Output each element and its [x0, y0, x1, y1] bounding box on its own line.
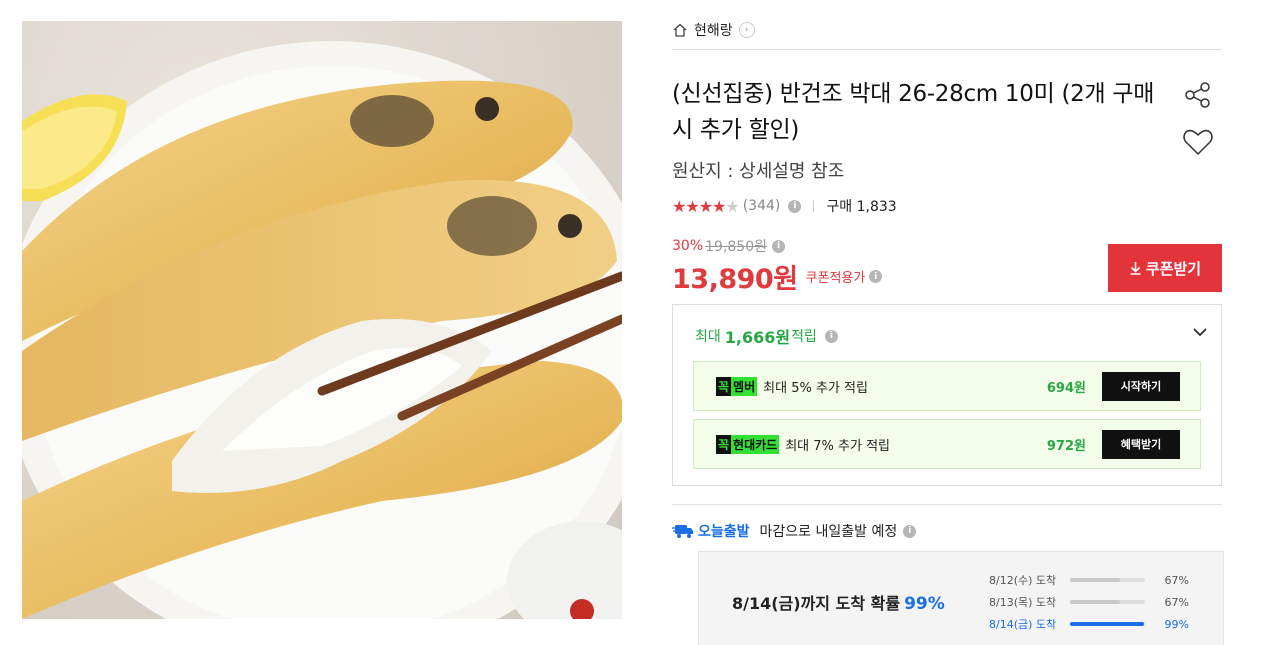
benefit-tag: 꼭 멤버 — [716, 376, 758, 396]
stars-full: ★★★★ — [672, 196, 726, 216]
product-photo — [22, 41, 622, 619]
arrival-row: 8/13(목) 도착 67% — [989, 591, 1189, 613]
coupon-download-button[interactable]: 쿠폰받기 — [1108, 244, 1222, 292]
arrival-date: 8/14(금) 도착 — [989, 618, 1057, 631]
discount-row: 30% 19,850원 i — [672, 236, 785, 256]
arrival-date: 8/13(목) 도착 — [989, 596, 1057, 609]
product-image — [22, 21, 622, 619]
arrival-panel: 8/14(금)까지 도착 확률 99% 8/12(수) 도착 67% 8/13(목… — [698, 551, 1224, 645]
purchase-count: 구매 1,833 — [826, 199, 897, 215]
arrival-bar — [1069, 600, 1145, 604]
coupon-price-label: 쿠폰적용가 — [805, 271, 866, 286]
divider — [672, 504, 1222, 505]
arrival-bar-fill — [1069, 600, 1120, 604]
product-title: (신선집중) 반건조 박대 26-28cm 10미 (2개 구매 시 추가 할인… — [672, 81, 1155, 143]
benefit-member: 꼭 멤버 최대 5% 추가 적립 694원 시작하기 — [693, 361, 1201, 411]
download-icon — [1130, 262, 1141, 275]
star-half: ★ — [725, 196, 739, 216]
chevron-right-icon: › — [738, 22, 755, 38]
heart-icon[interactable] — [1182, 127, 1214, 157]
benefit-desc: 최대 7% 추가 적립 — [785, 438, 890, 454]
benefit-amount: 694원 — [1046, 380, 1086, 396]
get-benefit-button[interactable]: 혜택받기 — [1102, 429, 1180, 459]
origin-text: 원산지 : 상세설명 참조 — [672, 161, 845, 182]
discount-rate: 30% — [672, 238, 704, 254]
rating-row: ★★★★★ (344) i 구매 1,833 — [672, 196, 897, 216]
points-prefix: 최대 — [695, 329, 721, 345]
home-icon — [673, 23, 687, 37]
arrival-probability: 8/14(금)까지 도착 확률 99% — [732, 590, 945, 614]
divider — [672, 49, 1222, 50]
review-count[interactable]: (344) — [743, 198, 781, 214]
tag-part: 멤버 — [731, 376, 758, 396]
arrival-pct: 67% — [1164, 573, 1189, 587]
benefit-card: 꼭 현대카드 최대 7% 추가 적립 972원 혜택받기 — [693, 419, 1201, 469]
divider — [813, 200, 815, 212]
max-points: 최대 1,666원 적립 i — [695, 324, 838, 348]
points-panel: 최대 1,666원 적립 i 꼭 멤버 최대 5% 추가 적립 694원 시작하기… — [672, 304, 1222, 486]
benefit-desc: 최대 5% 추가 적립 — [763, 380, 868, 396]
tag-part: 꼭 — [716, 434, 732, 454]
arrival-row: 8/12(수) 도착 67% — [989, 569, 1189, 591]
info-icon[interactable]: i — [788, 199, 802, 213]
arrival-list: 8/12(수) 도착 67% 8/13(목) 도착 67% 8/14(금) 도착… — [989, 569, 1189, 635]
arrival-main-text: 8/14(금)까지 도착 확률 — [732, 594, 901, 613]
start-button[interactable]: 시작하기 — [1102, 371, 1180, 401]
arrival-row: 8/14(금) 도착 99% — [989, 613, 1189, 635]
arrival-date: 8/12(수) 도착 — [989, 574, 1057, 587]
coupon-download-label: 쿠폰받기 — [1145, 259, 1202, 278]
info-icon[interactable]: i — [903, 524, 917, 538]
share-icon[interactable] — [1183, 80, 1213, 110]
arrival-bar-fill — [1069, 622, 1144, 626]
tag-part: 꼭 — [716, 376, 732, 396]
tag-part: 현대카드 — [731, 434, 780, 454]
shipping-row: 오늘출발 마감으로 내일출발 예정 i — [672, 519, 917, 543]
points-suffix: 적립 — [791, 329, 817, 345]
arrival-bar — [1069, 578, 1145, 582]
points-amount: 1,666원 — [724, 328, 791, 347]
truck-icon — [672, 525, 693, 538]
shipping-desc: 마감으로 내일출발 예정 — [759, 524, 898, 540]
arrival-bar — [1069, 622, 1145, 626]
benefit-tag: 꼭 현대카드 — [716, 434, 780, 454]
arrival-main-pct: 99% — [904, 594, 945, 614]
sale-price: 13,890원 — [672, 264, 798, 295]
price-row: 13,890원 쿠폰적용가 i — [672, 257, 883, 296]
benefit-amount: 972원 — [1046, 438, 1086, 454]
today-shipping-label: 오늘출발 — [698, 524, 750, 540]
brand-name: 현해랑 — [694, 23, 733, 39]
arrival-pct: 67% — [1164, 595, 1189, 609]
info-icon[interactable]: i — [772, 239, 785, 253]
brand-link[interactable]: 현해랑 › — [672, 19, 755, 41]
original-price: 19,850원 — [705, 239, 767, 255]
info-icon[interactable]: i — [869, 270, 883, 283]
arrival-pct: 99% — [1164, 617, 1189, 631]
info-icon[interactable]: i — [824, 329, 838, 343]
chevron-down-icon[interactable] — [1191, 323, 1209, 341]
arrival-bar-fill — [1069, 578, 1120, 582]
star-rating: ★★★★★ — [672, 196, 740, 216]
